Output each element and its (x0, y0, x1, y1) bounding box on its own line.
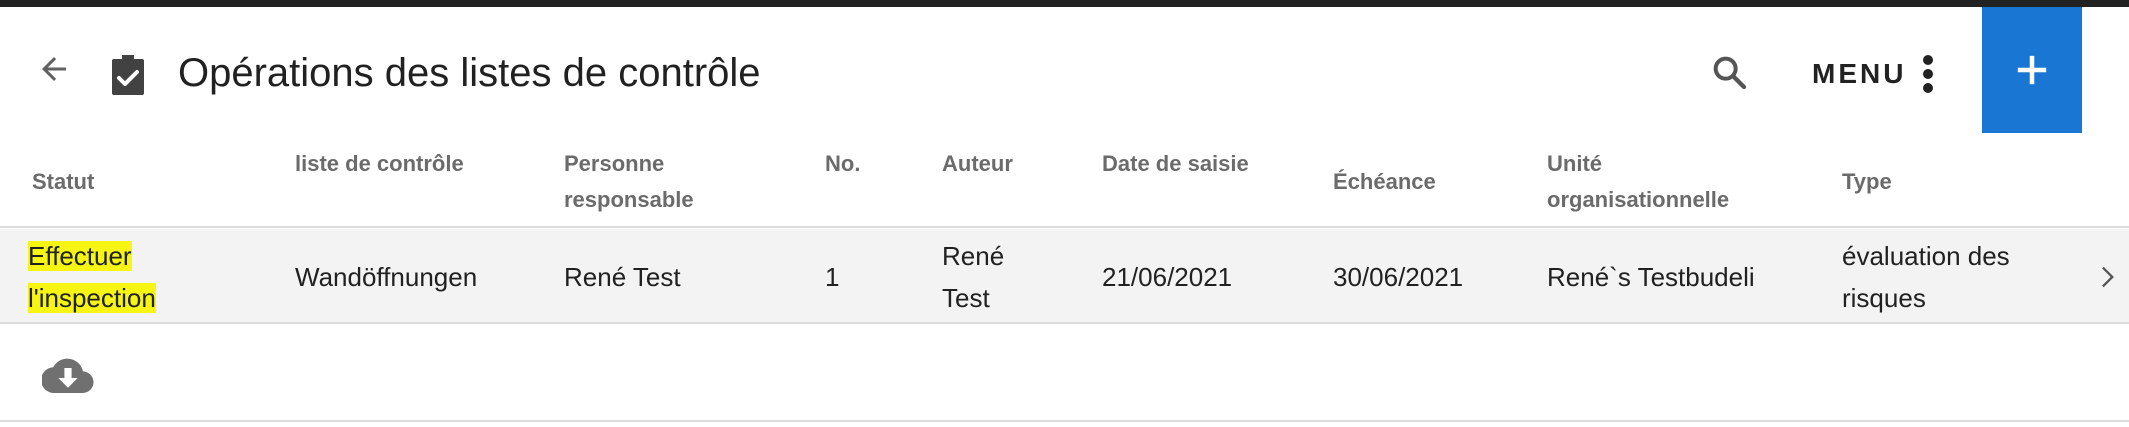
search-icon (1713, 56, 1747, 90)
cloud-download-icon[interactable] (42, 354, 94, 396)
column-header-number[interactable]: No. (825, 146, 860, 182)
menu-label: MENU (1812, 58, 1907, 89)
menu-button[interactable]: MENU (1812, 52, 1934, 96)
status-line2: l'inspection (28, 283, 156, 313)
back-button[interactable] (34, 49, 74, 89)
cell-number: 1 (825, 262, 840, 292)
cell-author: René Test (942, 241, 1005, 313)
cell-entry-date: 21/06/2021 (1102, 262, 1233, 292)
search-button[interactable] (1706, 49, 1752, 95)
table-row[interactable]: Effectuer l'inspection Wandöffnungen Ren… (0, 229, 2129, 324)
status-line1: Effectuer (28, 241, 132, 271)
column-header-type[interactable]: Type (1842, 164, 1892, 200)
chevron-right-icon[interactable] (2092, 262, 2120, 292)
cell-status: Effectuer l'inspection (28, 235, 156, 319)
column-header-status[interactable]: Statut (32, 164, 94, 200)
column-header-due-date[interactable]: Échéance (1333, 164, 1436, 200)
cell-checklist: Wandöffnungen (295, 262, 478, 292)
column-header-entry-date[interactable]: Date de saisie (1102, 146, 1249, 182)
top-border (0, 0, 2129, 7)
add-button[interactable] (1982, 7, 2082, 133)
table-footer (0, 326, 2129, 422)
table-header: Statut liste de contrôle Personne respon… (0, 140, 2129, 228)
column-header-org-unit[interactable]: Unité organisationnelle (1547, 146, 1729, 218)
page-title: Opérations des listes de contrôle (178, 51, 761, 95)
clipboard-check-icon (112, 55, 144, 95)
cell-org-unit: René`s Testbudeli (1547, 262, 1755, 292)
page-header: Opérations des listes de contrôle MENU (0, 7, 2129, 133)
arrow-left-icon (42, 57, 66, 81)
cell-responsible: René Test (564, 262, 681, 292)
plus-icon (2017, 55, 2047, 85)
cell-type: évaluation des risques (1842, 241, 2010, 313)
more-vertical-icon (1922, 55, 1934, 93)
column-header-checklist[interactable]: liste de contrôle (295, 146, 464, 182)
column-header-responsible[interactable]: Personne responsable (564, 146, 694, 218)
column-header-author[interactable]: Auteur (942, 146, 1013, 182)
cell-due-date: 30/06/2021 (1333, 262, 1464, 292)
